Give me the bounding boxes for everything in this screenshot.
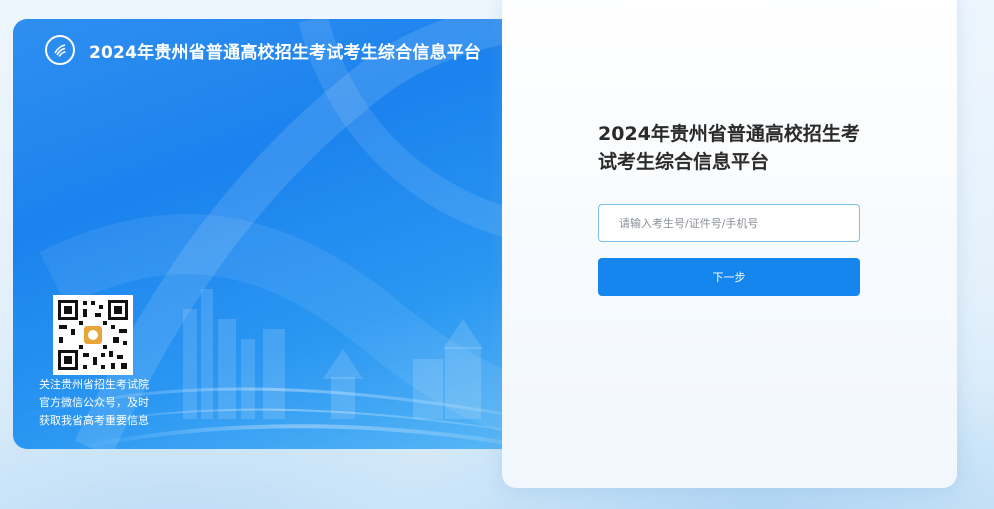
candidate-id-input[interactable] xyxy=(598,204,860,242)
login-card: 2024年贵州省普通高校招生考试考生综合信息平台 下一步 xyxy=(502,0,957,488)
next-step-button[interactable]: 下一步 xyxy=(598,258,860,296)
qr-caption-line: 官方微信公众号，及时 xyxy=(39,396,149,409)
promo-banner: 2024年贵州省普通高校招生考试考生综合信息平台 关注贵州省招生考试院 官方微信… xyxy=(13,19,533,449)
qr-caption: 关注贵州省招生考试院 官方微信公众号，及时 获取我省高考重要信息 xyxy=(29,376,159,430)
banner-title: 2024年贵州省普通高校招生考试考生综合信息平台 xyxy=(89,42,482,63)
qr-caption-line: 获取我省高考重要信息 xyxy=(39,414,149,427)
login-title: 2024年贵州省普通高校招生考试考生综合信息平台 xyxy=(598,123,860,173)
qr-caption-line: 关注贵州省招生考试院 xyxy=(39,378,149,391)
brand-header: 2024年贵州省普通高校招生考试考生综合信息平台 xyxy=(45,35,481,65)
wechat-qr-code-icon xyxy=(53,295,133,375)
exam-institute-logo-icon xyxy=(45,35,75,65)
